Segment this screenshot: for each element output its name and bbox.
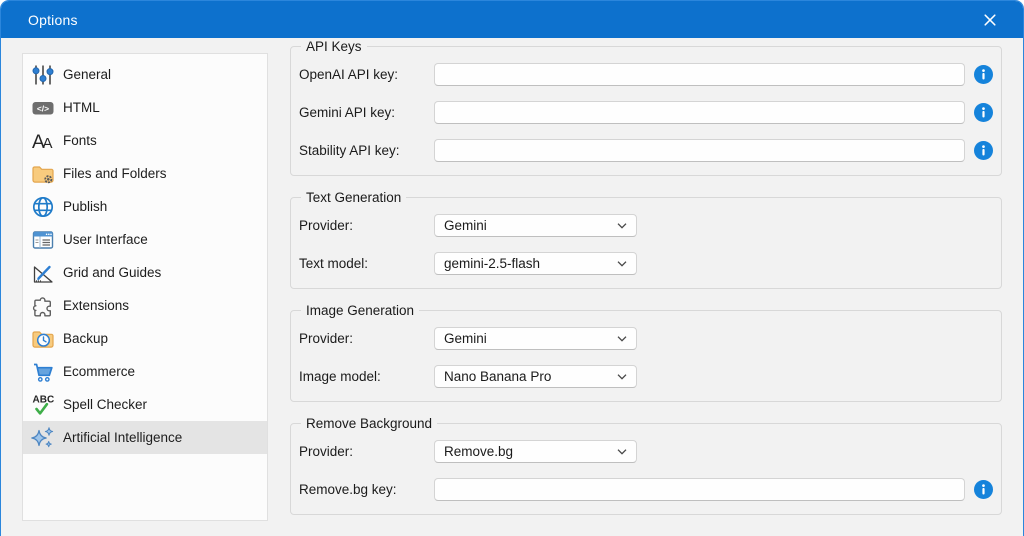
form-row: OpenAI API key: (299, 63, 993, 86)
sidebar-item-fonts[interactable]: AA Fonts (23, 124, 267, 157)
sidebar-item-label: HTML (63, 100, 100, 115)
chevron-down-icon (617, 223, 627, 229)
cart-icon (30, 359, 56, 385)
text-generation-text-model-select[interactable]: gemini-2.5-flash (434, 252, 637, 275)
group-legend: Remove Background (306, 416, 432, 431)
dialog-content: General </> HTML AA Fonts Files and Folders Pu… (1, 38, 1023, 536)
sidebar-item-artificial-intelligence[interactable]: Artificial Intelligence (23, 421, 267, 454)
sidebar-item-label: Grid and Guides (63, 265, 161, 280)
field-label: OpenAI API key: (299, 67, 434, 82)
chevron-down-icon (617, 449, 627, 455)
puzzle-icon (30, 293, 56, 319)
select-value: Gemini (444, 331, 611, 346)
chevron-down-icon (617, 336, 627, 342)
globe-icon (30, 194, 56, 220)
options-dialog: Options General </> HTML AA Fonts Files and F… (0, 0, 1024, 536)
remove-background-provider-select[interactable]: Remove.bg (434, 440, 637, 463)
folder-clock-icon (30, 326, 56, 352)
sidebar-item-label: Artificial Intelligence (63, 430, 182, 445)
image-generation-image-model-select[interactable]: Nano Banana Pro (434, 365, 637, 388)
api-keys-openai-api-key-input[interactable] (434, 63, 965, 86)
remove-background-remove-bg-key-input[interactable] (434, 478, 965, 501)
sidebar-item-general[interactable]: General (23, 58, 267, 91)
titlebar: Options (1, 1, 1023, 38)
fonts-icon: AA (30, 128, 56, 154)
sidebar-item-grid-and-guides[interactable]: Grid and Guides (23, 256, 267, 289)
image-generation-provider-select[interactable]: Gemini (434, 327, 637, 350)
form-row: Image model: Nano Banana Pro (299, 365, 993, 388)
info-icon[interactable] (974, 141, 993, 160)
svg-text:</>: </> (37, 103, 49, 113)
info-icon[interactable] (974, 103, 993, 122)
group-legend: Image Generation (306, 303, 414, 318)
sidebar-item-label: Fonts (63, 133, 97, 148)
window-icon (30, 227, 56, 253)
html-code-icon: </> (30, 95, 56, 121)
sidebar-item-ecommerce[interactable]: Ecommerce (23, 355, 267, 388)
select-value: Remove.bg (444, 444, 611, 459)
close-button[interactable] (975, 7, 1005, 33)
sidebar-item-label: Backup (63, 331, 108, 346)
form-row: Provider: Gemini (299, 327, 993, 350)
field-label: Provider: (299, 218, 434, 233)
field-label: Remove.bg key: (299, 482, 434, 497)
sidebar-item-label: User Interface (63, 232, 148, 247)
form-row: Text model: gemini-2.5-flash (299, 252, 993, 275)
group-api-keys: API Keys OpenAI API key: Gemini API key: St… (290, 39, 1002, 176)
sidebar-item-label: Spell Checker (63, 397, 147, 412)
field-label: Gemini API key: (299, 105, 434, 120)
sparkles-icon (30, 425, 56, 451)
group-legend: API Keys (306, 39, 362, 54)
group-text-generation: Text Generation Provider: Gemini Text model… (290, 190, 1002, 289)
text-generation-provider-select[interactable]: Gemini (434, 214, 637, 237)
sidebar-item-publish[interactable]: Publish (23, 190, 267, 223)
sidebar-item-label: Ecommerce (63, 364, 135, 379)
settings-panel: API Keys OpenAI API key: Gemini API key: St… (290, 39, 1002, 529)
abc-check-icon: ABC (30, 392, 56, 418)
sidebar-item-extensions[interactable]: Extensions (23, 289, 267, 322)
sidebar-item-html[interactable]: </> HTML (23, 91, 267, 124)
sidebar-item-label: General (63, 67, 111, 82)
api-keys-gemini-api-key-input[interactable] (434, 101, 965, 124)
svg-text:ABC: ABC (33, 394, 55, 405)
form-row: Provider: Gemini (299, 214, 993, 237)
sidebar-item-label: Publish (63, 199, 107, 214)
info-icon[interactable] (974, 480, 993, 499)
sidebar-item-label: Files and Folders (63, 166, 167, 181)
sidebar-item-files-and-folders[interactable]: Files and Folders (23, 157, 267, 190)
sidebar-item-backup[interactable]: Backup (23, 322, 267, 355)
chevron-down-icon (617, 374, 627, 380)
sidebar-item-label: Extensions (63, 298, 129, 313)
group-image-generation: Image Generation Provider: Gemini Image mod… (290, 303, 1002, 402)
sidebar-item-user-interface[interactable]: User Interface (23, 223, 267, 256)
select-value: Gemini (444, 218, 611, 233)
folder-gear-icon (30, 161, 56, 187)
form-row: Gemini API key: (299, 101, 993, 124)
category-list: General </> HTML AA Fonts Files and Folders Pu… (22, 53, 268, 521)
group-remove-background: Remove Background Provider: Remove.bg Remov… (290, 416, 1002, 515)
chevron-down-icon (617, 261, 627, 267)
group-legend: Text Generation (306, 190, 401, 205)
sidebar-item-spell-checker[interactable]: ABC Spell Checker (23, 388, 267, 421)
field-label: Provider: (299, 444, 434, 459)
field-label: Image model: (299, 369, 434, 384)
field-label: Provider: (299, 331, 434, 346)
info-icon[interactable] (974, 65, 993, 84)
form-row: Remove.bg key: (299, 478, 993, 501)
ruler-pencil-icon (30, 260, 56, 286)
api-keys-stability-api-key-input[interactable] (434, 139, 965, 162)
select-value: gemini-2.5-flash (444, 256, 611, 271)
select-value: Nano Banana Pro (444, 369, 611, 384)
form-row: Provider: Remove.bg (299, 440, 993, 463)
form-row: Stability API key: (299, 139, 993, 162)
svg-text:A: A (43, 135, 53, 152)
window-title: Options (28, 12, 78, 28)
close-icon (983, 13, 997, 27)
field-label: Stability API key: (299, 143, 434, 158)
sliders-icon (30, 62, 56, 88)
field-label: Text model: (299, 256, 434, 271)
